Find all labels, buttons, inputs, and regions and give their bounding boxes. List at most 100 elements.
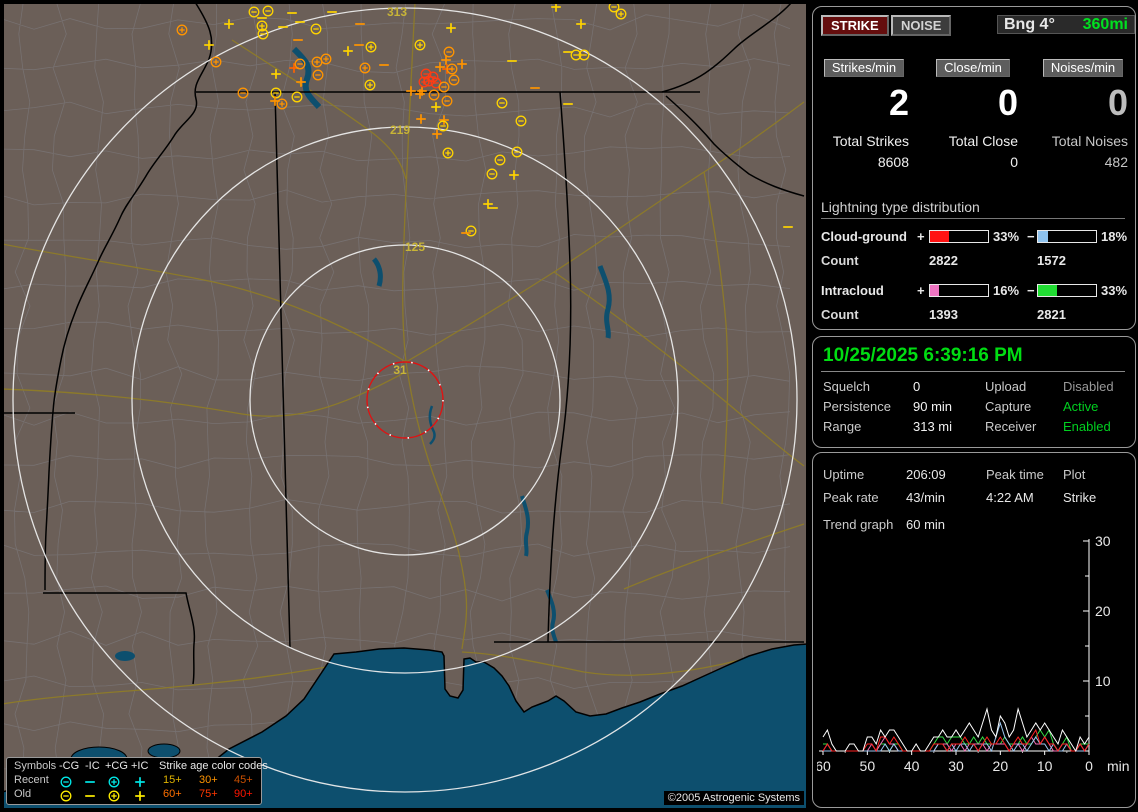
peak-time-value: 4:22 AM xyxy=(986,490,1034,505)
upload-label: Upload xyxy=(985,379,1026,394)
plus-sign: + xyxy=(917,229,925,244)
date-time: 10/25/2025 6:39:16 PM xyxy=(823,345,1023,367)
total-noises-label: Total Noises xyxy=(1038,133,1128,149)
total-noises-value: 482 xyxy=(1038,154,1128,170)
trend-series-cloud-ground-pos xyxy=(823,730,1089,751)
total-strikes-label: Total Strikes xyxy=(819,133,909,149)
age-60: 60+ xyxy=(163,788,182,800)
status-panel: 10/25/2025 6:39:16 PM Squelch 0 Persiste… xyxy=(812,336,1136,448)
cg-pos-count: 2822 xyxy=(929,253,958,268)
peak-rate-label: Peak rate xyxy=(823,490,879,505)
cloud-ground-label: Cloud-ground xyxy=(821,229,907,244)
trend-graph-value: 60 min xyxy=(906,517,945,532)
svg-text:20: 20 xyxy=(1095,603,1111,619)
age-75: 75+ xyxy=(199,788,218,800)
cg-pos-bar xyxy=(929,230,989,243)
noises-per-min-button[interactable]: Noises/min xyxy=(1043,59,1123,77)
ic-plus-recent-icon xyxy=(133,775,147,789)
noises-counter: Noises/min 0 Total Noises 482 xyxy=(1038,59,1128,170)
cg-pos-pct: 33% xyxy=(993,229,1019,244)
uptime-value: 206:09 xyxy=(906,467,946,482)
ic-plus-old-icon xyxy=(133,789,147,803)
cg-neg-bar xyxy=(1037,230,1097,243)
legend-col-ic-pos: +IC xyxy=(131,760,148,772)
bearing-range-display: Bng 4° 360mi xyxy=(997,15,1135,34)
plus-sign: + xyxy=(917,283,925,298)
strikes-per-min-value: 2 xyxy=(819,83,909,123)
cg-plus-old-icon xyxy=(107,789,121,803)
age-45: 45+ xyxy=(234,774,253,786)
legend-age-title: Strike age color codes xyxy=(159,760,268,772)
svg-text:10: 10 xyxy=(1037,758,1053,774)
svg-text:0: 0 xyxy=(1085,758,1093,774)
upload-value: Disabled xyxy=(1063,379,1114,394)
plot-label: Plot xyxy=(1063,467,1085,482)
intracloud-row: Intracloud + 16% − 33% xyxy=(821,283,1129,297)
strike-mode-button[interactable]: STRIKE xyxy=(821,15,889,36)
plot-value: Strike xyxy=(1063,490,1096,505)
cg-plus-recent-icon xyxy=(107,775,121,789)
legend-old-label: Old xyxy=(14,788,31,800)
range-value: 360mi xyxy=(1083,16,1128,33)
peak-rate-value: 43/min xyxy=(906,490,945,505)
svg-text:313: 313 xyxy=(387,5,407,19)
range-label: Range xyxy=(823,419,861,434)
cloud-ground-row: Cloud-ground + 33% − 18% xyxy=(821,229,1129,243)
strikes-per-min-button[interactable]: Strikes/min xyxy=(824,59,904,77)
ic-pos-bar xyxy=(929,284,989,297)
receiver-value: Enabled xyxy=(1063,419,1111,434)
total-strikes-value: 8608 xyxy=(819,154,909,170)
capture-label: Capture xyxy=(985,399,1031,414)
ic-neg-pct: 33% xyxy=(1101,283,1127,298)
bearing-value: Bng 4° xyxy=(1004,16,1055,33)
lightning-map[interactable]: 313 219 125 31 Symbols -CG -IC +CG +IC Stri… xyxy=(4,4,806,808)
svg-text:40: 40 xyxy=(904,758,920,774)
svg-text:219: 219 xyxy=(390,123,410,137)
uptime-label: Uptime xyxy=(823,467,864,482)
intracloud-count-row: Count 1393 2821 xyxy=(821,307,1129,321)
persistence-label: Persistence xyxy=(823,399,891,414)
nexstorm-app: { "top_panel": { "strike_btn": "STRIKE",… xyxy=(0,0,1138,812)
total-close-label: Total Close xyxy=(928,133,1018,149)
noise-mode-button[interactable]: NOISE xyxy=(891,15,951,36)
close-per-min-value: 0 xyxy=(928,83,1018,123)
svg-text:60: 60 xyxy=(817,758,831,774)
cg-minus-old-icon xyxy=(59,789,73,803)
close-per-min-button[interactable]: Close/min xyxy=(936,59,1010,77)
legend-col-cg-pos: +CG xyxy=(105,760,128,772)
trend-chart: 1020306050403020100min xyxy=(817,535,1133,803)
svg-text:31: 31 xyxy=(393,363,407,377)
age-15: 15+ xyxy=(163,774,182,786)
ic-pos-count: 1393 xyxy=(929,307,958,322)
svg-text:125: 125 xyxy=(405,240,425,254)
cg-neg-count: 1572 xyxy=(1037,253,1066,268)
count-label: Count xyxy=(821,307,859,322)
persistence-value: 90 min xyxy=(913,399,952,414)
svg-text:10: 10 xyxy=(1095,673,1111,689)
intracloud-label: Intracloud xyxy=(821,283,884,298)
svg-text:20: 20 xyxy=(993,758,1009,774)
trend-graph-label: Trend graph xyxy=(823,517,893,532)
ic-neg-count: 2821 xyxy=(1037,307,1066,322)
capture-value: Active xyxy=(1063,399,1098,414)
cg-minus-recent-icon xyxy=(59,775,73,789)
age-90: 90+ xyxy=(234,788,253,800)
svg-text:min: min xyxy=(1107,758,1130,774)
counters-panel: STRIKE NOISE Bng 4° 360mi Strikes/min 2 … xyxy=(812,6,1136,330)
noises-per-min-value: 0 xyxy=(1038,83,1128,123)
legend-col-cg-neg: -CG xyxy=(59,760,79,772)
squelch-value: 0 xyxy=(913,379,920,394)
map-legend: Symbols -CG -IC +CG +IC Strike age color… xyxy=(6,757,262,805)
peak-time-label: Peak time xyxy=(986,467,1044,482)
copyright-text: ©2005 Astrogenic Systems xyxy=(664,791,804,805)
receiver-label: Receiver xyxy=(985,419,1036,434)
legend-recent-label: Recent xyxy=(14,774,49,786)
minus-sign: − xyxy=(1027,229,1035,244)
trend-panel: Uptime 206:09 Peak time Plot Peak rate 4… xyxy=(812,452,1136,808)
ic-neg-bar xyxy=(1037,284,1097,297)
minus-sign: − xyxy=(1027,283,1035,298)
ic-pos-pct: 16% xyxy=(993,283,1019,298)
trend-series-intracloud-neg xyxy=(823,730,1089,751)
close-counter: Close/min 0 Total Close 0 xyxy=(928,59,1018,170)
svg-text:50: 50 xyxy=(860,758,876,774)
